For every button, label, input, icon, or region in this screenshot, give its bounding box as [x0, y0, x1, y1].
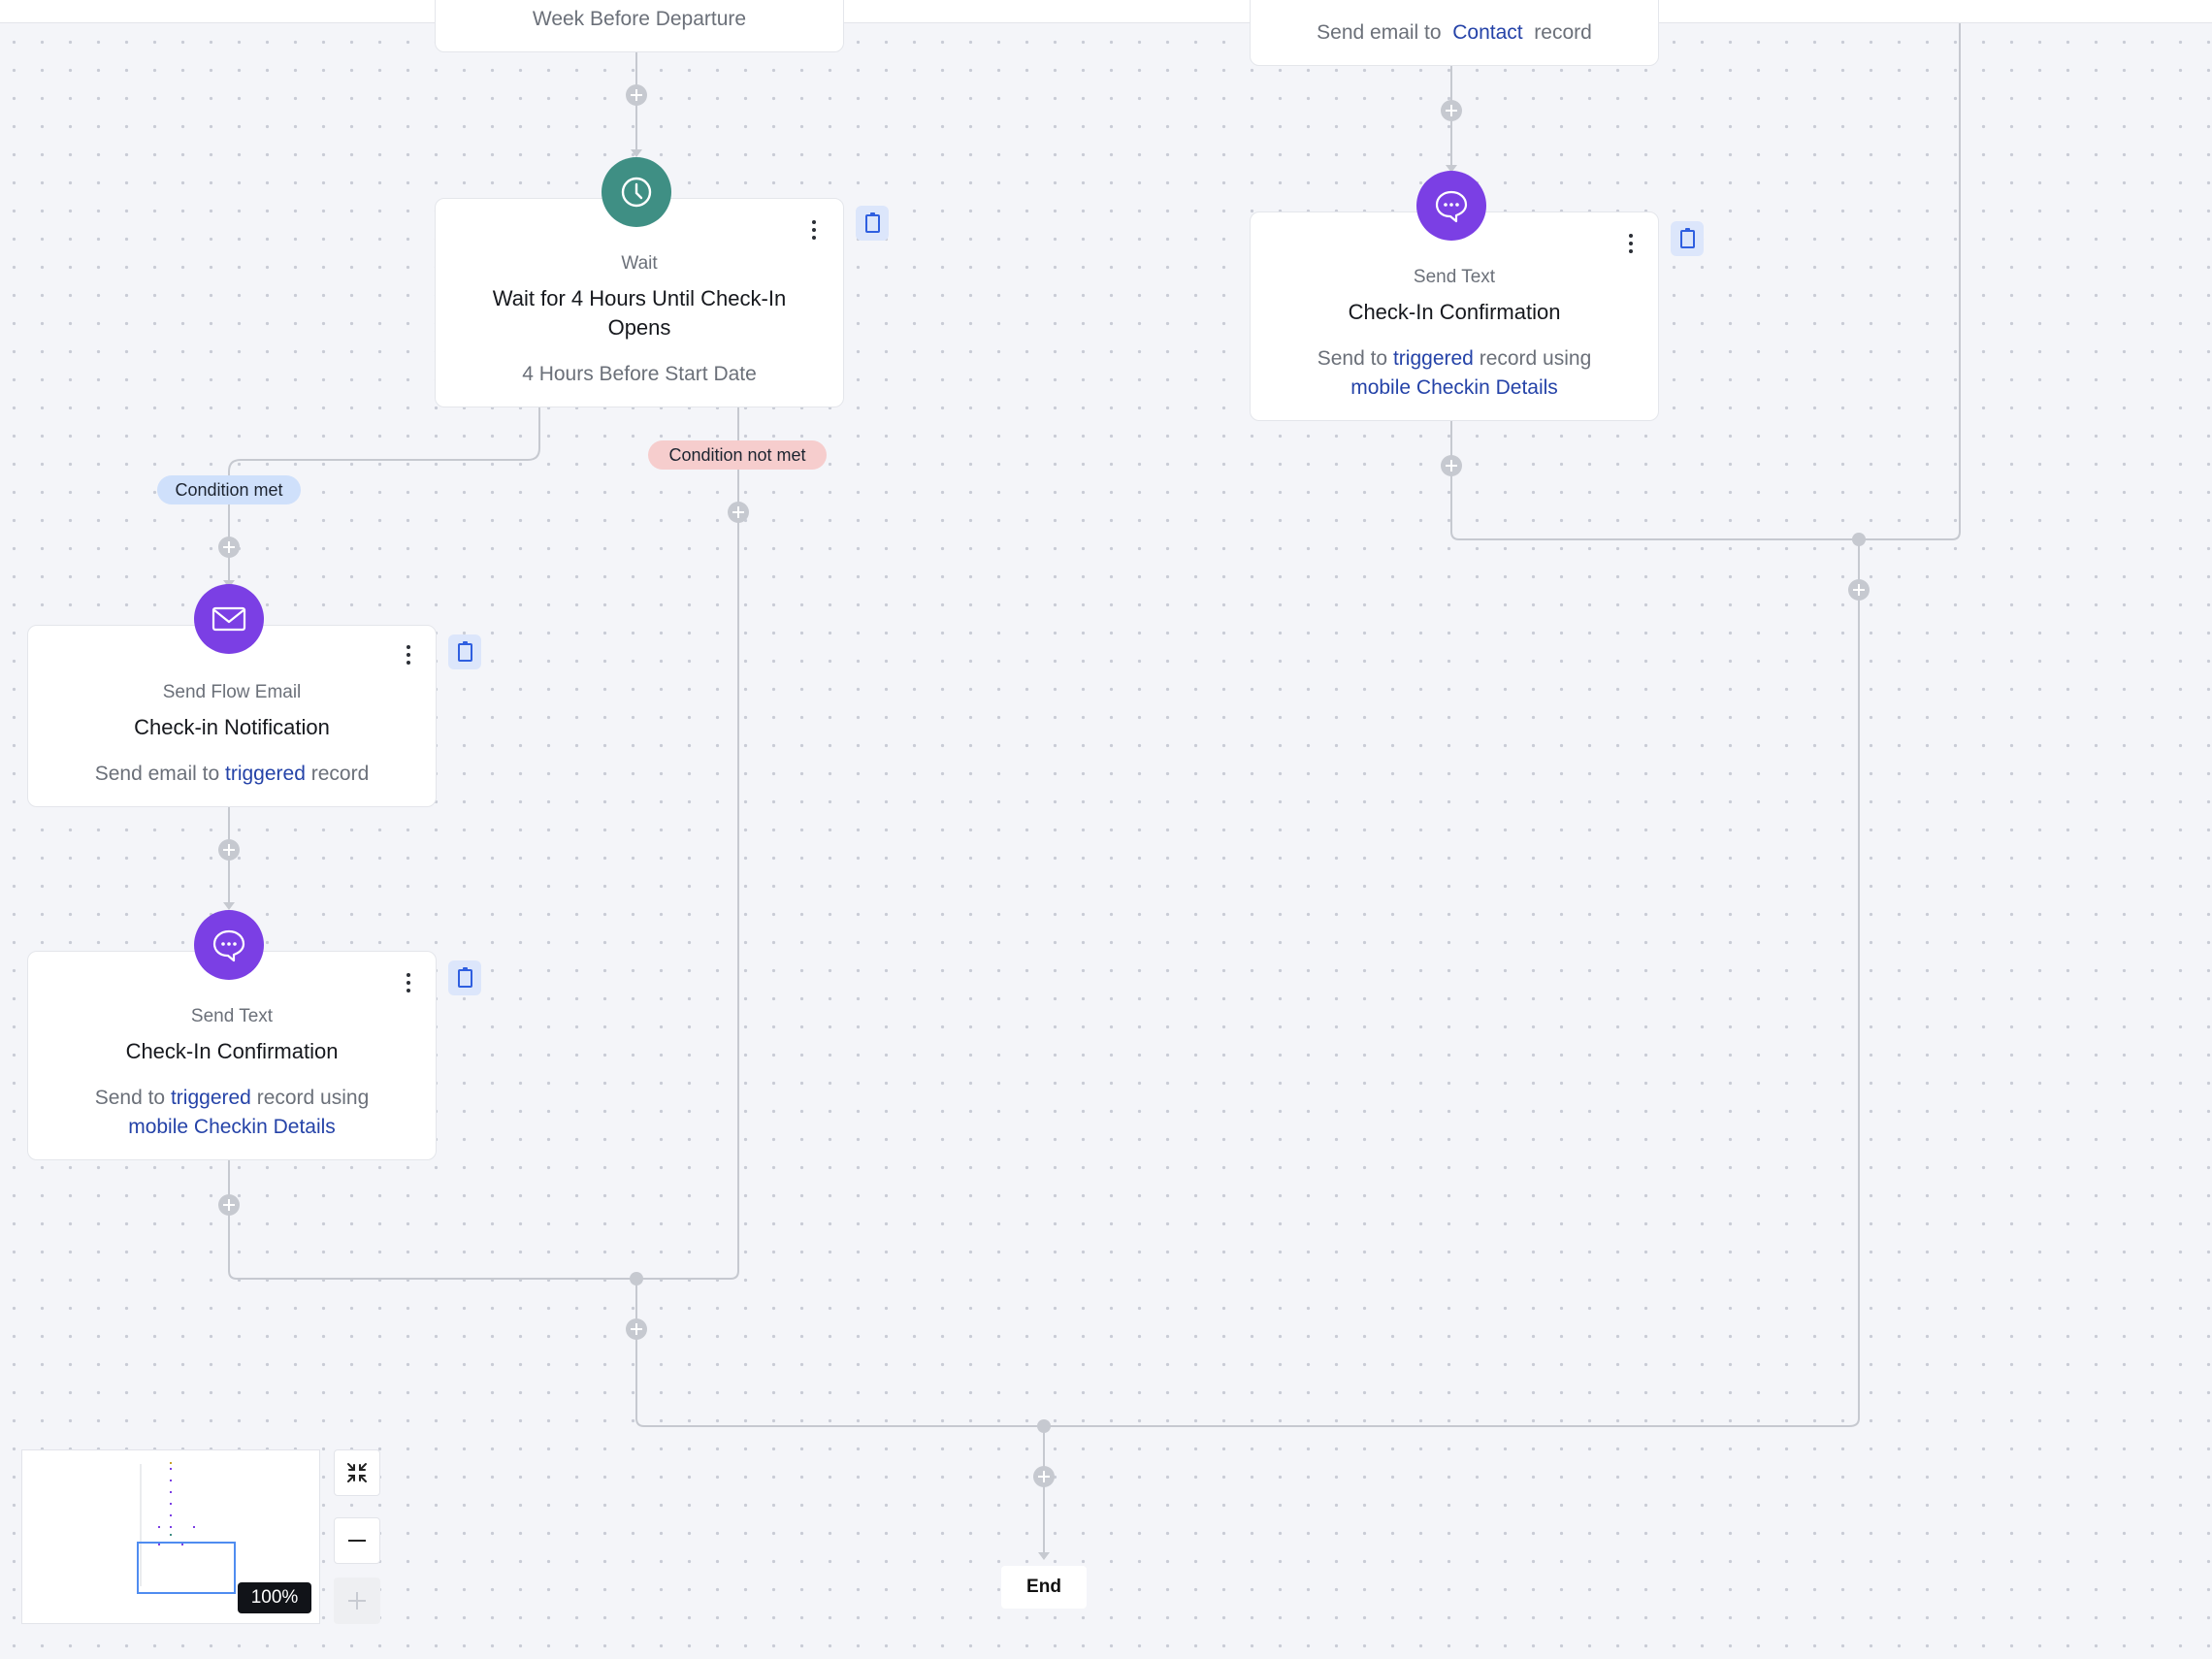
add-step-icon[interactable]: [1441, 455, 1462, 476]
chat-bubble-icon: [1416, 171, 1486, 241]
add-step-icon[interactable]: [626, 1318, 647, 1340]
condition-not-met-badge: Condition not met: [648, 440, 827, 470]
step-type-label: Send Text: [190, 1006, 274, 1026]
step-description: Week Before Departure: [532, 8, 747, 30]
send-text-step-card-left[interactable]: Send Text Check-In Confirmation Send to …: [27, 951, 437, 1160]
clipboard-icon[interactable]: [856, 206, 889, 241]
add-step-icon[interactable]: [218, 839, 240, 861]
record-link[interactable]: triggered: [171, 1087, 251, 1109]
clipboard-icon[interactable]: [1671, 221, 1704, 256]
chat-bubble-icon: [194, 910, 264, 980]
field-link[interactable]: mobile Checkin Details: [128, 1116, 336, 1138]
zoom-out-button[interactable]: [334, 1517, 380, 1564]
clipboard-icon[interactable]: [448, 960, 481, 995]
condition-met-badge: Condition met: [157, 475, 301, 504]
zoom-in-button[interactable]: [334, 1578, 380, 1624]
record-link[interactable]: triggered: [1393, 347, 1474, 370]
envelope-icon: [194, 584, 264, 654]
plus-icon: [348, 1592, 366, 1610]
step-card-send-email-contact[interactable]: Send email to Contact record: [1250, 0, 1659, 66]
clipboard-icon[interactable]: [448, 634, 481, 669]
step-description: Send email to Contact record: [1317, 21, 1592, 44]
step-type-label: Send Text: [1413, 267, 1496, 287]
fit-view-button[interactable]: [334, 1449, 380, 1496]
minimap-viewport[interactable]: [137, 1542, 236, 1594]
kebab-menu-icon[interactable]: [397, 967, 420, 998]
step-title: Check-In Confirmation: [1348, 300, 1561, 324]
zoom-level-label: 100%: [238, 1582, 311, 1613]
add-step-icon[interactable]: [1033, 1466, 1055, 1487]
step-description: Send to triggered record using mobile Ch…: [1317, 347, 1592, 399]
kebab-menu-icon[interactable]: [397, 639, 420, 670]
step-description: Send email to triggered record: [94, 763, 370, 785]
end-node: End: [1001, 1566, 1087, 1609]
step-type-label: Wait: [621, 253, 658, 274]
step-title: Check-in Notification: [134, 715, 330, 739]
add-step-icon[interactable]: [1441, 100, 1462, 121]
step-title: Check-In Confirmation: [125, 1039, 339, 1063]
add-step-icon[interactable]: [728, 502, 749, 523]
add-step-icon[interactable]: [626, 84, 647, 106]
collapse-arrows-icon: [347, 1463, 367, 1482]
kebab-menu-icon[interactable]: [802, 214, 826, 245]
wait-step-card[interactable]: Wait Wait for 4 Hours Until Check-In Ope…: [435, 198, 844, 407]
send-text-step-card-right[interactable]: Send Text Check-In Confirmation Send to …: [1250, 211, 1659, 421]
add-step-icon[interactable]: [218, 1194, 240, 1216]
step-title: Wait for 4 Hours Until Check-In Opens: [492, 286, 787, 340]
step-description: 4 Hours Before Start Date: [522, 363, 757, 385]
step-card-previous[interactable]: Week Before Departure: [435, 0, 844, 52]
add-step-icon[interactable]: [1848, 579, 1870, 601]
minus-icon: [348, 1540, 366, 1542]
minimap[interactable]: 100%: [21, 1449, 320, 1624]
step-description: Send to triggered record using mobile Ch…: [94, 1087, 370, 1138]
step-type-label: Send Flow Email: [162, 682, 302, 702]
record-link[interactable]: Contact: [1452, 21, 1522, 44]
kebab-menu-icon[interactable]: [1619, 228, 1643, 259]
clock-icon: [602, 157, 671, 227]
flow-connectors: [218, 23, 1961, 1560]
add-step-icon[interactable]: [218, 537, 240, 558]
record-link[interactable]: triggered: [225, 763, 306, 785]
field-link[interactable]: mobile Checkin Details: [1350, 376, 1558, 399]
